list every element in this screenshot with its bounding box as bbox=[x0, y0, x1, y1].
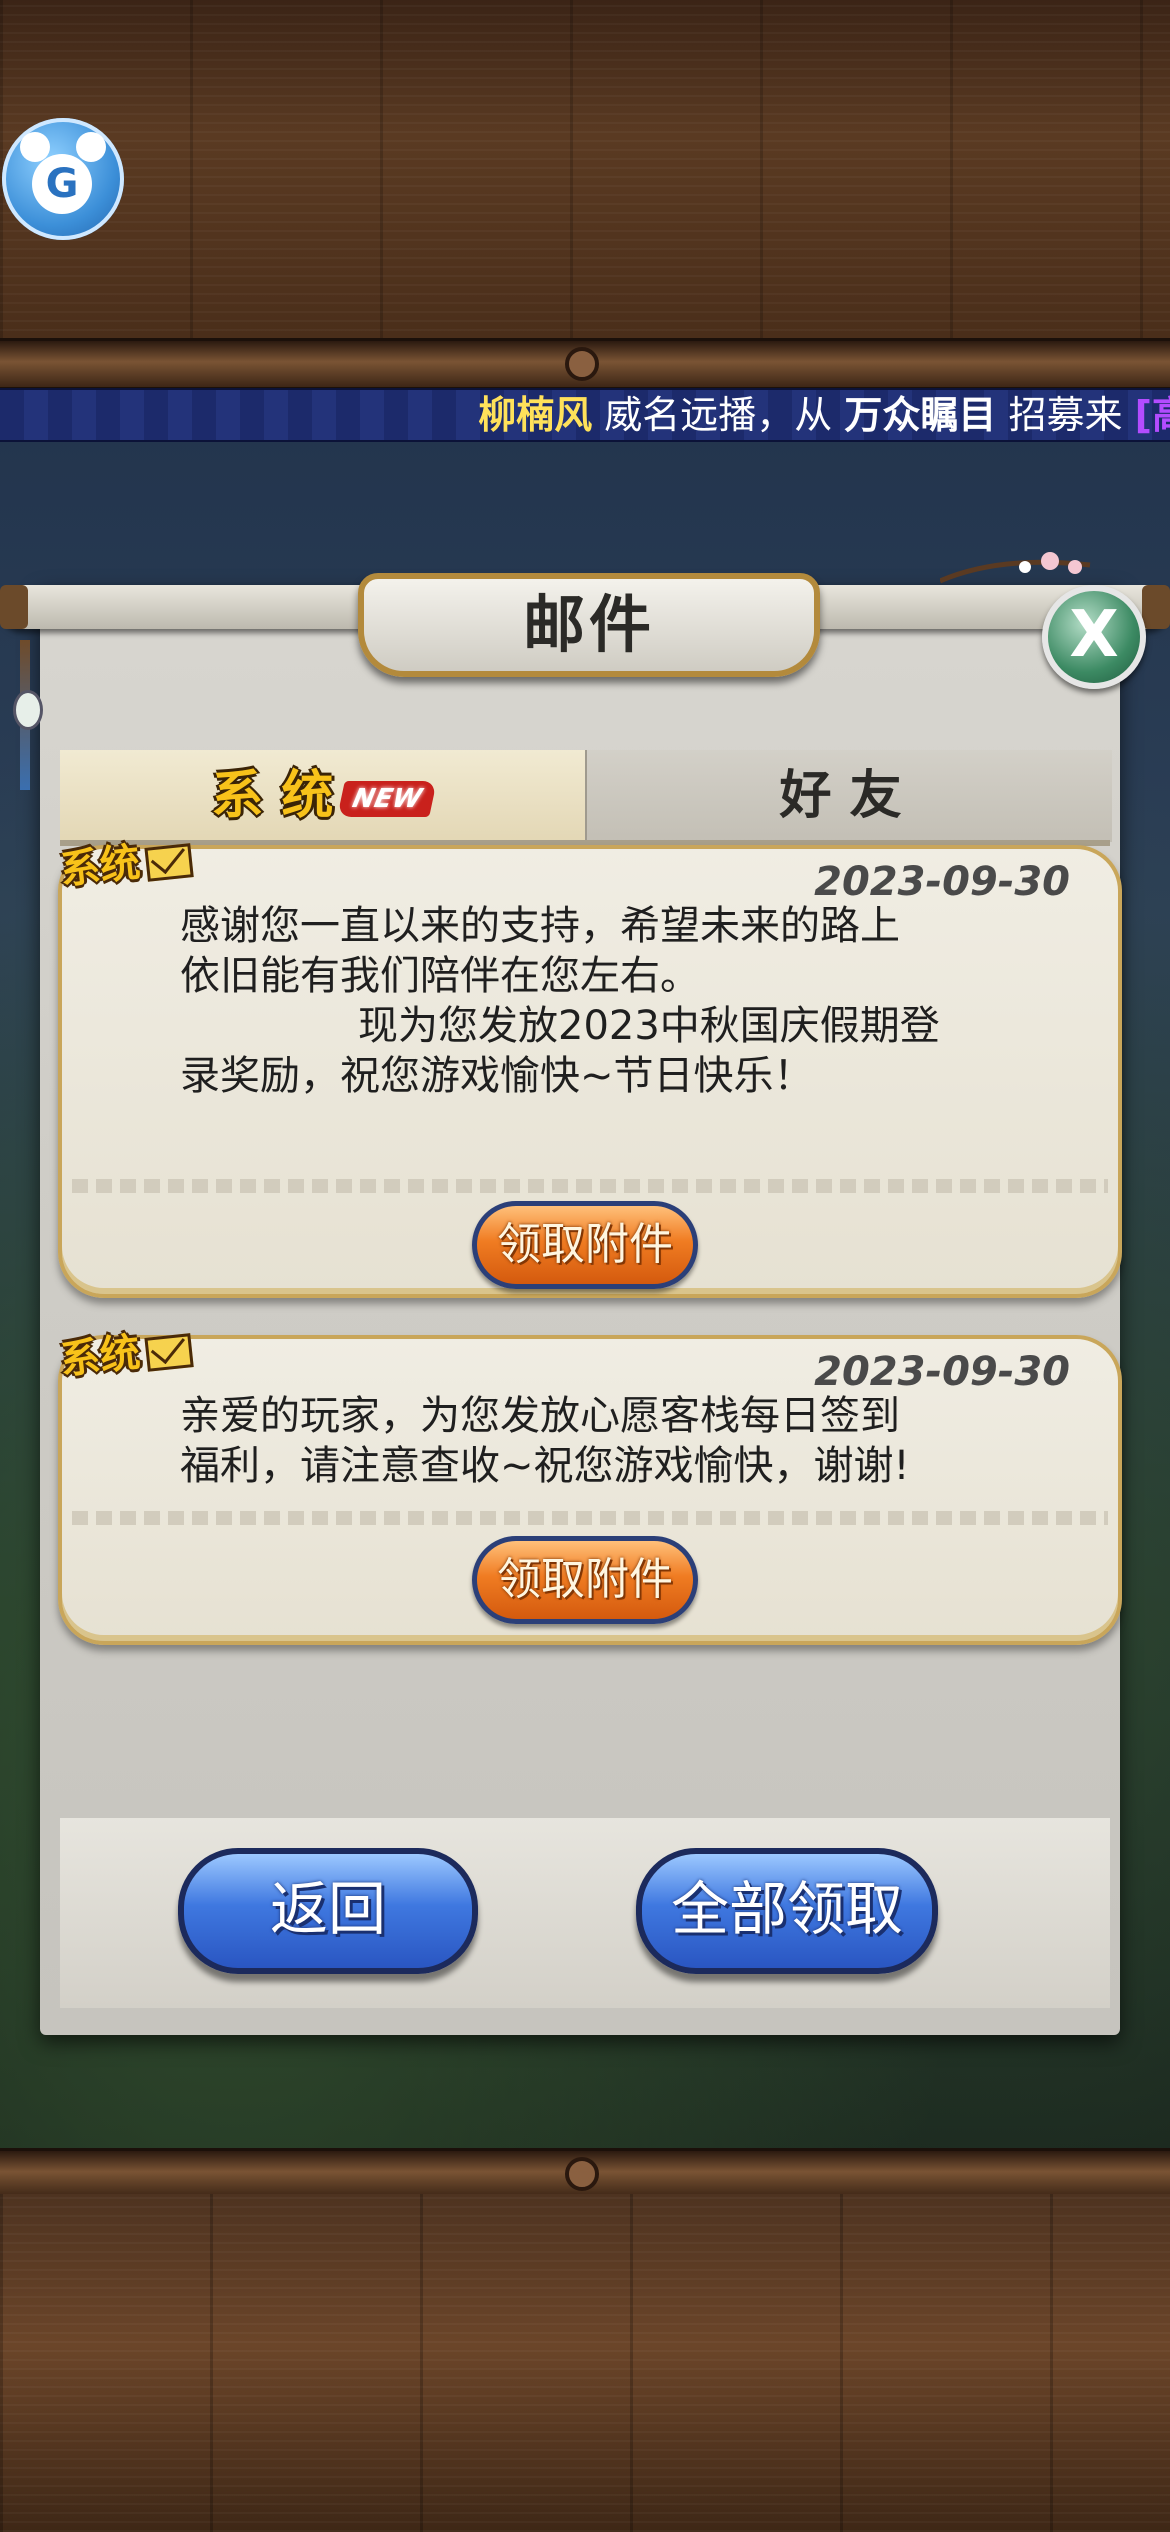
tab-friends-label: 好友 bbox=[779, 766, 920, 826]
scroll-rod-end-right bbox=[1142, 585, 1170, 629]
rail-knot-icon bbox=[565, 2157, 599, 2191]
mail-body: 感谢您一直以来的支持，希望未来的路上 依旧能有我们陪伴在您左右。 现为您发放20… bbox=[180, 903, 940, 1099]
marquee-player-name: 柳楠风 bbox=[478, 393, 593, 437]
back-button[interactable]: 返回 bbox=[178, 1848, 478, 1974]
mail-body: 亲爱的玩家，为您发放心愿客栈每日签到 福利，请注意查收~祝您游戏愉快，谢谢! bbox=[180, 1393, 910, 1489]
mail-item[interactable]: 系统 2023-09-30 亲爱的玩家，为您发放心愿客栈每日签到 福利，请注意查… bbox=[58, 1329, 1122, 1645]
marquee-text-2: 招募来 bbox=[1008, 393, 1123, 437]
envelope-icon bbox=[144, 843, 194, 882]
bottom-wood-frame bbox=[0, 2194, 1170, 2532]
logo-ear-right bbox=[76, 132, 106, 162]
tab-system[interactable]: 系统NEW bbox=[60, 750, 585, 842]
top-frame-rail bbox=[0, 338, 1170, 390]
mail-date: 2023-09-30 bbox=[814, 1349, 1070, 1395]
tab-friends[interactable]: 好友 bbox=[585, 750, 1112, 842]
mail-type-label: 系统 bbox=[57, 838, 143, 894]
top-wood-frame bbox=[0, 0, 1170, 340]
logo-letter: G bbox=[32, 154, 92, 214]
mail-type-label: 系统 bbox=[57, 1328, 143, 1384]
claim-attachment-button[interactable]: 领取附件 bbox=[472, 1536, 698, 1624]
claim-all-button[interactable]: 全部领取 bbox=[636, 1848, 938, 1974]
announcement-marquee: 柳楠风 威名远播，从 万众瞩目 招募来 [高 bbox=[0, 388, 1170, 442]
marquee-text: 柳楠风 威名远播，从 万众瞩目 招募来 [高 bbox=[478, 390, 1170, 440]
tab-system-label: 系统 bbox=[211, 766, 352, 826]
marquee-place: 万众瞩目 bbox=[844, 393, 997, 437]
new-badge: NEW bbox=[337, 781, 438, 817]
mail-date: 2023-09-30 bbox=[814, 859, 1070, 905]
mail-tabs: 系统NEW 好友 bbox=[60, 750, 1112, 842]
close-button[interactable]: X bbox=[1042, 585, 1146, 689]
jade-bead-icon bbox=[13, 690, 43, 730]
plum-blossom-icon bbox=[940, 552, 1091, 584]
window-title: 邮件 bbox=[358, 573, 820, 677]
marquee-text-1: 威名远播，从 bbox=[604, 393, 833, 437]
mail-item[interactable]: 系统 2023-09-30 感谢您一直以来的支持，希望未来的路上 依旧能有我们陪… bbox=[58, 839, 1122, 1298]
scroll-rod-end-left bbox=[0, 585, 28, 629]
bottom-frame-rail bbox=[0, 2148, 1170, 2200]
rail-knot-icon bbox=[565, 347, 599, 381]
divider-dots bbox=[72, 1511, 1108, 1525]
game-logo-icon[interactable]: G bbox=[2, 118, 124, 240]
envelope-icon bbox=[144, 1333, 194, 1372]
marquee-tail: [高 bbox=[1134, 393, 1170, 437]
claim-attachment-button[interactable]: 领取附件 bbox=[472, 1201, 698, 1289]
divider-dots bbox=[72, 1179, 1108, 1193]
